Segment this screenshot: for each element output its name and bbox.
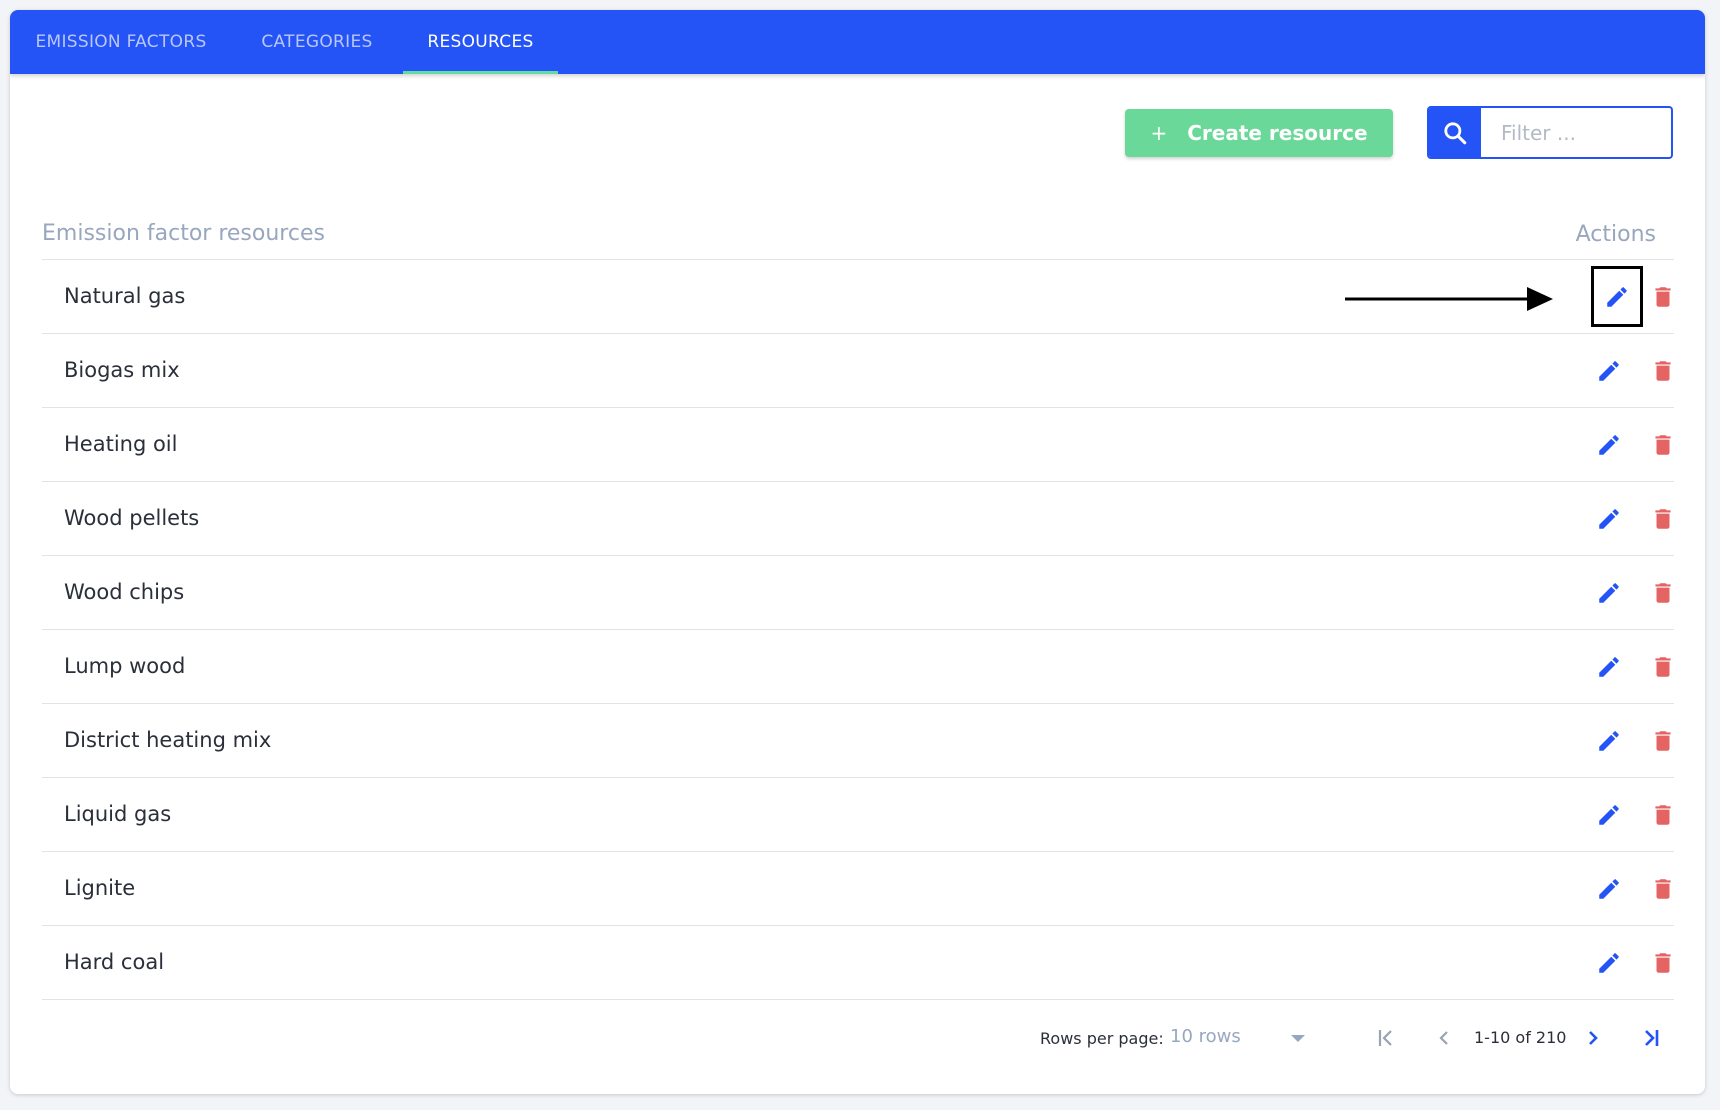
active-tab-indicator: [403, 71, 558, 74]
delete-button[interactable]: [1642, 646, 1684, 688]
table-row: Lump wood: [42, 630, 1674, 704]
pencil-icon: [1596, 358, 1622, 384]
column-header-name: Emission factor resources: [42, 221, 325, 246]
tab-label: RESOURCES: [427, 32, 534, 52]
tab-categories[interactable]: CATEGORIES: [232, 10, 402, 74]
resource-name: Lump wood: [64, 654, 186, 678]
resource-name: District heating mix: [64, 728, 272, 752]
rows-per-page-select[interactable]: 10 rows: [1170, 1021, 1305, 1057]
edit-button[interactable]: [1588, 424, 1630, 466]
tab-resources[interactable]: RESOURCES: [403, 10, 558, 74]
page-range: 1-10 of 210: [1474, 1028, 1567, 1047]
resource-name: Hard coal: [64, 950, 165, 974]
delete-button[interactable]: [1642, 572, 1684, 614]
tab-bar: EMISSION FACTORS CATEGORIES RESOURCES: [10, 10, 1705, 74]
delete-button[interactable]: [1642, 720, 1684, 762]
table-row: Hard coal: [42, 926, 1674, 1000]
edit-button[interactable]: [1588, 350, 1630, 392]
table-row: Biogas mix: [42, 334, 1674, 408]
trash-icon: [1650, 580, 1676, 606]
resource-name: Lignite: [64, 876, 136, 900]
edit-button[interactable]: [1588, 720, 1630, 762]
trash-icon: [1650, 876, 1676, 902]
chevron-right-icon: [1589, 1031, 1598, 1045]
edit-button[interactable]: [1591, 266, 1643, 327]
delete-button[interactable]: [1642, 794, 1684, 836]
column-header-actions: Actions: [1575, 222, 1656, 247]
delete-button[interactable]: [1642, 868, 1684, 910]
table-row: District heating mix: [42, 704, 1674, 778]
table-row: Heating oil: [42, 408, 1674, 482]
filter-input[interactable]: [1489, 108, 1665, 157]
delete-button[interactable]: [1642, 350, 1684, 392]
resource-name: Heating oil: [64, 432, 178, 456]
edit-button[interactable]: [1588, 942, 1630, 984]
edit-button[interactable]: [1588, 868, 1630, 910]
table-row: Liquid gas: [42, 778, 1674, 852]
create-resource-label: Create resource: [1187, 121, 1368, 145]
resource-name: Biogas mix: [64, 358, 180, 382]
first-page-button[interactable]: [1369, 1021, 1403, 1055]
search-icon[interactable]: [1429, 108, 1481, 157]
delete-button[interactable]: [1642, 424, 1684, 466]
resource-name: Wood chips: [64, 580, 185, 604]
pencil-icon: [1596, 506, 1622, 532]
pencil-icon: [1596, 580, 1622, 606]
edit-button[interactable]: [1588, 794, 1630, 836]
rows-per-page-label: Rows per page:: [1040, 1029, 1164, 1048]
trash-icon: [1650, 432, 1676, 458]
table-row: Lignite: [42, 852, 1674, 926]
delete-button[interactable]: [1642, 498, 1684, 540]
previous-page-button[interactable]: [1427, 1021, 1461, 1055]
plus-icon: +: [1150, 121, 1168, 145]
resource-list: Natural gas Biogas mix Heating oil Wood pel…: [42, 260, 1674, 1000]
edit-button[interactable]: [1588, 498, 1630, 540]
create-resource-button[interactable]: + Create resource: [1125, 109, 1393, 157]
trash-icon: [1650, 506, 1676, 532]
table-row: Wood chips: [42, 556, 1674, 630]
delete-button[interactable]: [1642, 942, 1684, 984]
tab-label: CATEGORIES: [261, 32, 373, 52]
resource-name: Wood pellets: [64, 506, 200, 530]
arrow-annotation-icon: [1345, 287, 1553, 311]
trash-icon: [1650, 654, 1676, 680]
table-header: Emission factor resources Actions: [42, 217, 1674, 260]
last-page-icon: [1645, 1030, 1659, 1046]
pencil-icon: [1596, 802, 1622, 828]
last-page-button[interactable]: [1634, 1021, 1668, 1055]
resource-name: Liquid gas: [64, 802, 172, 826]
tab-label: EMISSION FACTORS: [35, 32, 207, 52]
pencil-icon: [1604, 284, 1630, 310]
pencil-icon: [1596, 728, 1622, 754]
trash-icon: [1650, 950, 1676, 976]
table-row: Wood pellets: [42, 482, 1674, 556]
trash-icon: [1650, 358, 1676, 384]
pencil-icon: [1596, 654, 1622, 680]
edit-button[interactable]: [1588, 572, 1630, 614]
trash-icon: [1650, 728, 1676, 754]
edit-button[interactable]: [1588, 646, 1630, 688]
resource-name: Natural gas: [64, 284, 186, 308]
resources-panel: EMISSION FACTORS CATEGORIES RESOURCES + …: [10, 10, 1705, 1094]
rows-per-page-value: 10 rows: [1170, 1026, 1241, 1047]
pencil-icon: [1596, 432, 1622, 458]
trash-icon: [1650, 802, 1676, 828]
pencil-icon: [1596, 876, 1622, 902]
chevron-down-icon: [1291, 1035, 1305, 1042]
tab-emission-factors[interactable]: EMISSION FACTORS: [10, 10, 232, 74]
pencil-icon: [1596, 950, 1622, 976]
first-page-icon: [1378, 1030, 1392, 1046]
chevron-left-icon: [1439, 1031, 1448, 1045]
delete-button[interactable]: [1642, 276, 1684, 318]
trash-icon: [1650, 284, 1676, 310]
filter-search: [1427, 106, 1673, 159]
pagination-footer: Rows per page: 10 rows 1-10 of 210: [42, 1007, 1674, 1067]
next-page-button[interactable]: [1576, 1021, 1610, 1055]
